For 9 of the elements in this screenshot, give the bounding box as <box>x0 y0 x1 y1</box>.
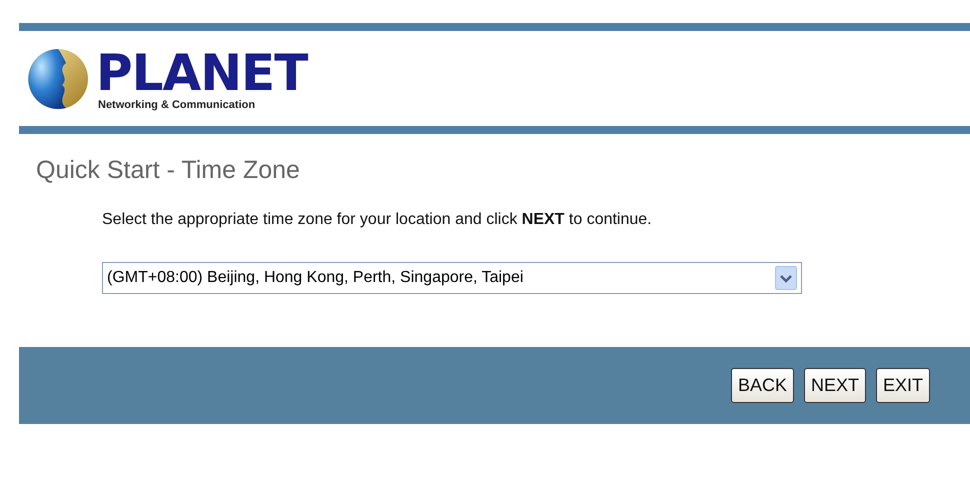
wizard-button[interactable]: NEXT <box>804 368 866 403</box>
wizard-button[interactable]: BACK <box>730 368 794 403</box>
wizard-button[interactable]: EXIT <box>876 368 930 403</box>
instruction-text: Select the appropriate time zone for your location and click NEXT to continue. <box>102 211 653 229</box>
globe-icon <box>26 46 90 110</box>
page-title: Quick Start - Time Zone <box>36 156 301 185</box>
brand-name: PLANET <box>96 46 308 98</box>
brand-tagline: Networking & Communication <box>98 98 256 110</box>
timezone-dropdown[interactable]: (GMT+08:00) Beijing, Hong Kong, Perth, Singapore, Taipei <box>102 262 802 294</box>
